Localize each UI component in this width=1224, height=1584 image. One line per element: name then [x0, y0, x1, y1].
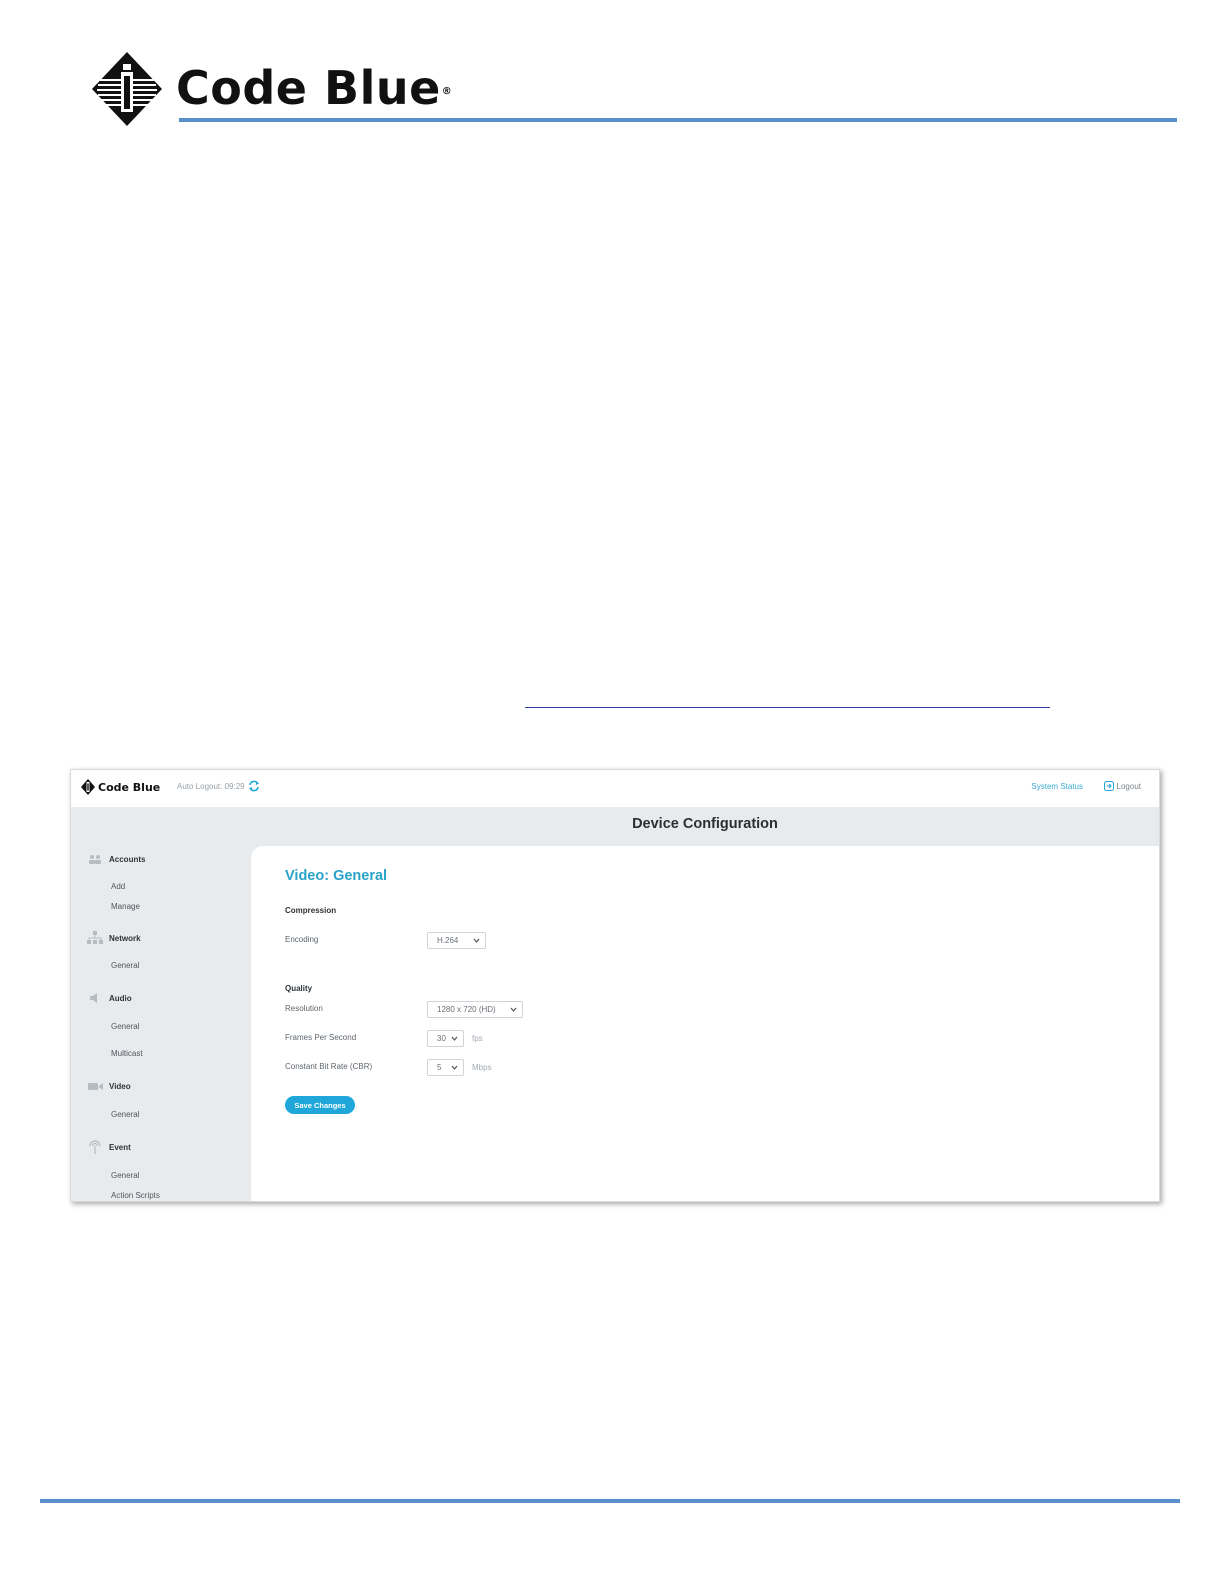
- encoding-label: Encoding: [285, 935, 319, 944]
- app-brand-name: Code Blue: [98, 780, 161, 794]
- code-blue-diamond-icon: [81, 779, 95, 795]
- save-changes-button[interactable]: Save Changes: [285, 1096, 355, 1114]
- refresh-icon[interactable]: [248, 780, 260, 792]
- encoding-select[interactable]: H.264: [427, 932, 486, 949]
- logout-icon: [1103, 781, 1114, 791]
- code-blue-diamond-icon: [92, 52, 162, 126]
- sidebar-section-accounts[interactable]: Accounts: [87, 853, 145, 865]
- chevron-down-icon: [473, 938, 480, 943]
- chevron-down-icon: [510, 1007, 517, 1012]
- resolution-label: Resolution: [285, 1004, 323, 1013]
- device-config-screenshot: Code Blue Auto Logout: 09:29 System Stat…: [70, 769, 1160, 1202]
- auto-logout-timer: Auto Logout: 09:29: [177, 782, 245, 791]
- header-rule: [179, 118, 1177, 122]
- compression-heading: Compression: [285, 906, 337, 915]
- sidebar-section-label: Audio: [109, 993, 132, 1003]
- quality-heading: Quality: [285, 984, 313, 993]
- video-camera-icon: [87, 1082, 103, 1090]
- fps-unit: fps: [472, 1034, 483, 1043]
- users-icon: [89, 855, 101, 864]
- section-title: Video: General: [285, 868, 388, 884]
- cbr-label: Constant Bit Rate (CBR): [285, 1062, 373, 1071]
- cbr-unit: Mbps: [472, 1063, 492, 1072]
- sidebar-section-label: Accounts: [109, 854, 146, 864]
- event-icon: [89, 1140, 101, 1154]
- sidebar-section-label: Video: [109, 1081, 131, 1091]
- sidebar-section-network[interactable]: Network: [87, 931, 141, 944]
- fps-select[interactable]: 30: [427, 1030, 464, 1047]
- sidebar: Accounts Add Manage Network General Audi…: [71, 846, 249, 1201]
- sidebar-item-audio-multicast[interactable]: Multicast: [111, 1049, 143, 1058]
- encoding-value: H.264: [437, 936, 459, 945]
- sidebar-item-accounts-manage[interactable]: Manage: [111, 902, 140, 911]
- brand-name: Code Blue®: [176, 61, 453, 115]
- chevron-down-icon: [451, 1065, 458, 1070]
- sidebar-section-label: Network: [109, 933, 141, 943]
- chevron-down-icon: [451, 1036, 458, 1041]
- sidebar-section-label: Event: [109, 1142, 131, 1152]
- sidebar-section-audio[interactable]: Audio: [87, 992, 132, 1004]
- cbr-value: 5: [437, 1063, 442, 1072]
- network-icon: [87, 931, 103, 944]
- cbr-select[interactable]: 5: [427, 1059, 464, 1076]
- speaker-icon: [90, 993, 97, 1003]
- sidebar-item-event-general[interactable]: General: [111, 1171, 139, 1180]
- fps-value: 30: [437, 1034, 446, 1043]
- top-bar: Code Blue Auto Logout: 09:29 System Stat…: [71, 770, 1159, 808]
- sidebar-item-audio-general[interactable]: General: [111, 1022, 139, 1031]
- resolution-value: 1280 x 720 (HD): [437, 1005, 496, 1014]
- hyperlink-underline[interactable]: [525, 707, 1050, 708]
- sidebar-section-video[interactable]: Video: [87, 1080, 131, 1092]
- sidebar-item-video-general[interactable]: General: [111, 1110, 139, 1119]
- code-blue-logo: Code Blue®: [90, 50, 452, 128]
- fps-label: Frames Per Second: [285, 1033, 357, 1042]
- app-logo: Code Blue: [81, 779, 160, 795]
- resolution-select[interactable]: 1280 x 720 (HD): [427, 1001, 523, 1018]
- footer-rule: [40, 1499, 1180, 1503]
- page-title: Device Configuration: [632, 816, 778, 832]
- sidebar-item-network-general[interactable]: General: [111, 961, 139, 970]
- sidebar-item-event-action-scripts[interactable]: Action Scripts: [111, 1191, 160, 1200]
- logout-label: Logout: [1116, 781, 1141, 791]
- logout-button[interactable]: Logout: [1103, 781, 1141, 791]
- main-panel: Video: General Compression Encoding H.26…: [251, 846, 1159, 1201]
- sidebar-section-event[interactable]: Event: [87, 1140, 131, 1154]
- system-status-link[interactable]: System Status: [1031, 782, 1083, 791]
- sidebar-item-accounts-add[interactable]: Add: [111, 882, 125, 891]
